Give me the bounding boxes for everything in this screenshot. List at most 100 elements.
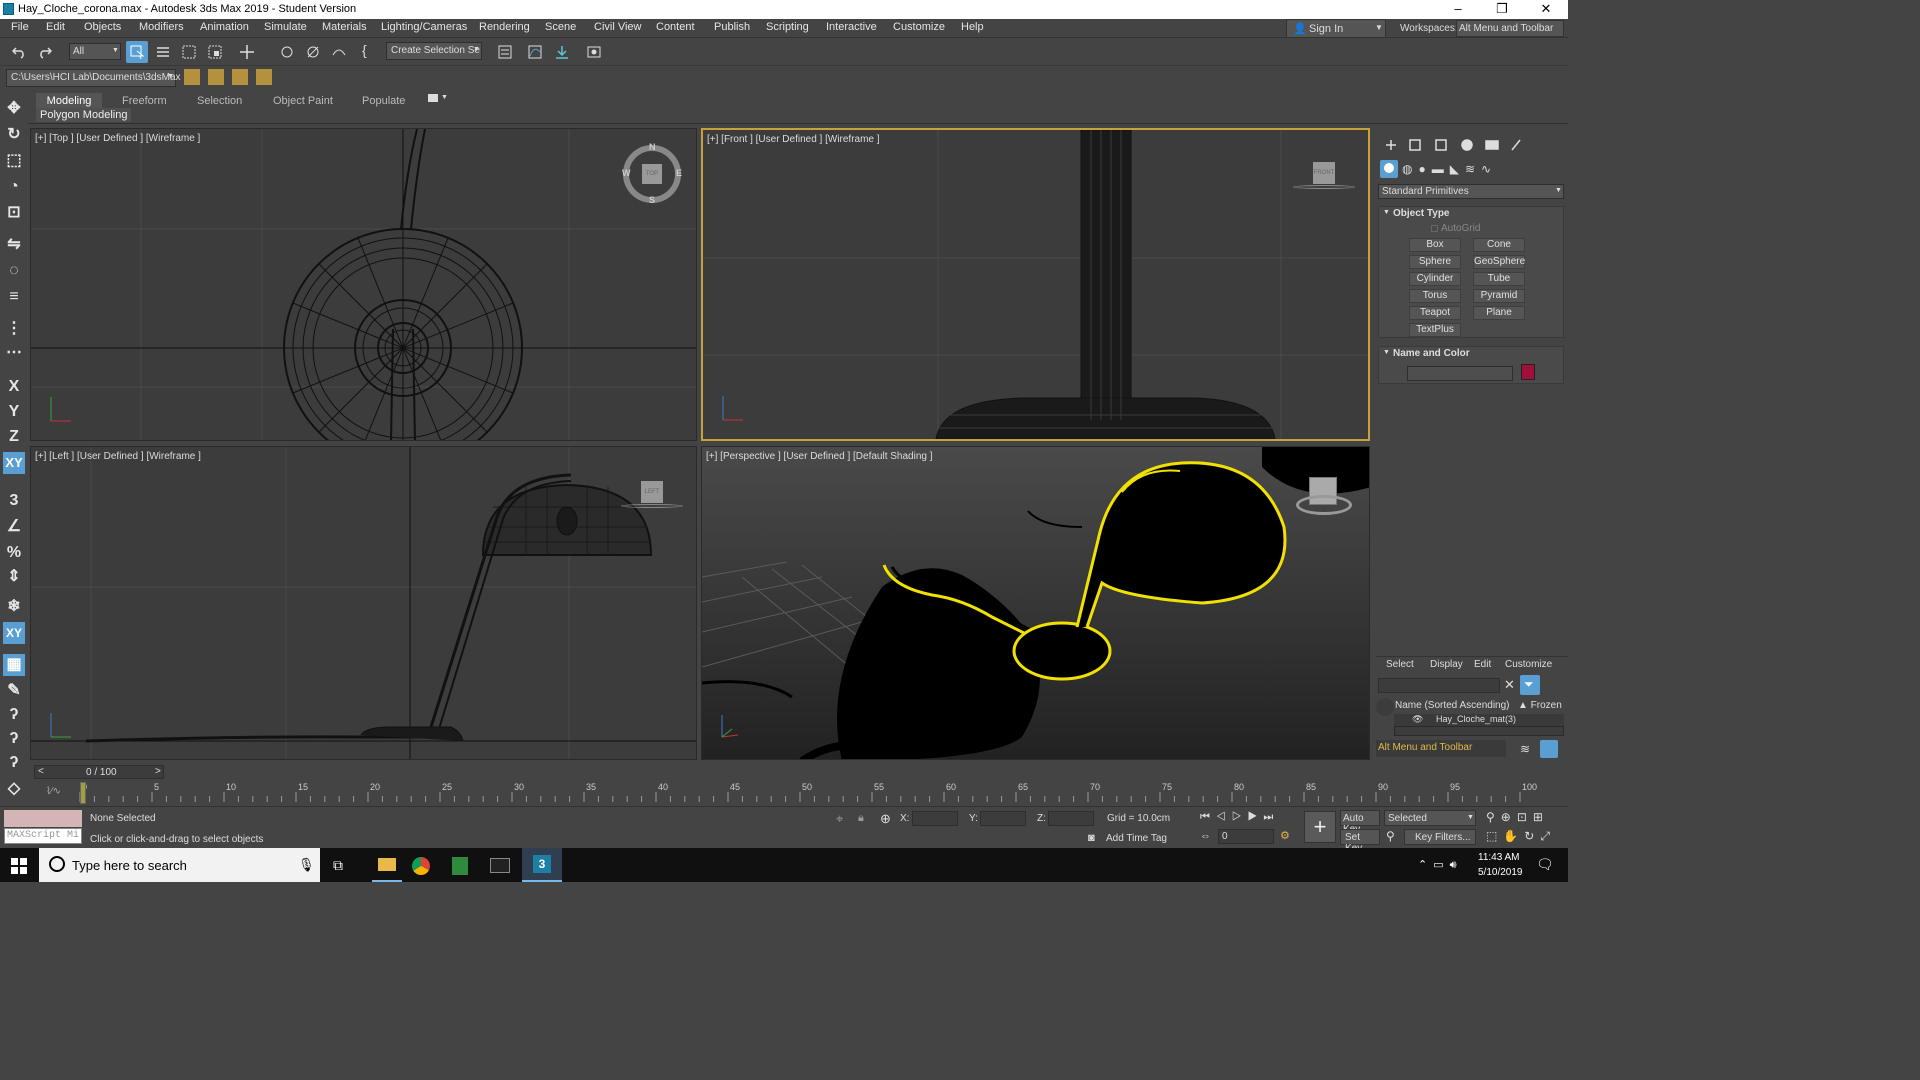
link-button[interactable] [276,41,298,63]
isolate-selection-icon[interactable]: ⌖ [836,811,843,827]
viewcube-top-face[interactable]: TOP [642,164,662,184]
scene-list-row[interactable]: 👁 Hay_Cloche_mat(3) [1394,714,1564,726]
viewport-top[interactable]: [+] [Top ] [User Defined ] [Wireframe ] … [30,128,697,441]
absolute-mode-icon[interactable]: ⊕ [880,811,891,827]
layer-explorer-button[interactable] [494,41,516,63]
time-tag-icon[interactable]: ◙ [1088,832,1095,844]
column-name-header[interactable]: Name (Sorted Ascending) [1395,700,1510,711]
key-filter-icon[interactable]: ⚲ [1386,829,1395,843]
project-path-dropdown[interactable]: C:\Users\HCI Lab\Documents\3dsMax ▼ [6,69,181,87]
add-time-tag-button[interactable]: Add Time Tag [1106,833,1167,844]
move-button[interactable] [236,41,258,63]
menu-content[interactable]: Content [656,21,695,33]
workspace-dropdown[interactable]: Alt Menu and Toolbar [1456,20,1564,37]
timeline-ruler[interactable]: 0510152025303540455055606570758085909510… [74,780,1574,804]
rotate-tool-icon[interactable]: ↻ [3,124,25,146]
menu-materials[interactable]: Materials [322,21,367,33]
scene-tab-display[interactable]: Display [1430,659,1463,670]
hook-icon-2[interactable]: ʔ [3,728,25,750]
time-config-icon[interactable]: ⇔ [1200,830,1211,842]
align-icon[interactable]: ◌ [3,260,25,282]
y-coordinate-field[interactable] [980,811,1026,826]
viewport-perspective[interactable]: [+] [Perspective ] [User Defined ] [Defa… [701,446,1370,760]
curve-editor-toggle-icon[interactable]: ⌇∕∿ [46,786,61,797]
snap-toggle-icon[interactable]: ❄ [3,596,25,618]
cone-button[interactable]: Cone [1473,238,1525,252]
plane-button[interactable]: Plane [1473,306,1525,320]
menu-file[interactable]: File [11,21,29,33]
menu-civil-view[interactable]: Civil View [594,21,641,33]
undo-button[interactable] [8,41,30,63]
clock-date[interactable]: 5/10/2019 [1478,867,1523,878]
new-project-icon[interactable] [208,69,224,85]
redo-button[interactable] [34,41,56,63]
tab-freeform[interactable]: Freeform [116,93,173,109]
menu-lighting-cameras[interactable]: Lighting/Cameras [381,21,467,33]
viewcube-left[interactable]: LEFT [641,481,663,503]
menu-publish[interactable]: Publish [714,21,750,33]
paint-select-icon[interactable]: ✎ [3,680,25,702]
sphere-button[interactable]: Sphere [1409,255,1461,269]
selection-filter-dropdown[interactable]: All ▼ [69,43,121,60]
set-project-icon[interactable] [256,69,272,85]
name-color-title[interactable]: Name and Color [1393,348,1470,359]
taskbar-search-box[interactable]: Type here to search 🎙︎ [39,848,320,882]
auto-key-button[interactable]: Auto Key [1340,810,1380,835]
selection-lasso-icon[interactable]: ◇ [3,778,25,800]
angle-snap-icon[interactable]: ∠ [3,516,25,538]
hook-icon-1[interactable]: ʔ [3,704,25,726]
viewport-top-label[interactable]: [+] [Top ] [User Defined ] [Wireframe ] [35,133,200,144]
sort-by-hierarchy-button[interactable] [1540,740,1558,758]
constraint-xy-icon[interactable]: XY [3,622,25,644]
sign-in-button[interactable]: 👤 Sign In ▼ [1286,19,1386,38]
set-key-big-button[interactable]: + [1304,811,1336,843]
playback-controls[interactable]: ⏮◁▷▶⏭ [1200,811,1279,824]
slider-prev-icon[interactable]: < [38,766,44,777]
viewport-left-label[interactable]: [+] [Left ] [User Defined ] [Wireframe ] [35,451,201,462]
ribbon-options-icon[interactable] [428,94,438,102]
current-frame-field[interactable] [1218,829,1274,844]
viewport-left[interactable]: [+] [Left ] [User Defined ] [Wireframe ]… [30,446,697,760]
tube-button[interactable]: Tube [1473,272,1525,286]
z-coordinate-field[interactable] [1048,811,1094,826]
box-button[interactable]: Box [1409,238,1461,252]
rollout-collapse-icon[interactable]: ▼ [1383,349,1390,356]
render-setup-button[interactable] [583,41,605,63]
system-tray-icons[interactable]: ⌃▭🔊︎ [1418,858,1463,872]
time-slider-marker[interactable] [80,782,86,804]
key-mode-dropdown[interactable]: Selected ▼ [1384,810,1476,826]
project-folder-icon[interactable] [184,69,200,85]
object-type-title[interactable]: Object Type [1393,208,1450,219]
menu-scene[interactable]: Scene [545,21,576,33]
teapot-button[interactable]: Teapot [1409,306,1461,320]
set-key-button[interactable]: Set Key [1340,829,1380,854]
move-tool-icon[interactable]: ✥ [3,98,25,120]
torus-button[interactable]: Torus [1409,289,1461,303]
maxscript-listener[interactable] [4,810,82,827]
axis-y-button[interactable]: Y [3,401,25,423]
selection-lock-icon[interactable]: 🔒︎ [858,812,864,825]
spreadsheet-app-icon[interactable] [452,857,468,875]
spinner-snap-icon[interactable]: ⇕ [3,566,25,588]
slider-next-icon[interactable]: > [155,766,161,777]
menu-modifiers[interactable]: Modifiers [139,21,184,33]
primitive-category-dropdown[interactable]: Standard Primitives ▼ [1378,184,1564,199]
viewcube-front[interactable]: FRONT [1313,162,1335,184]
hook-icon-3[interactable]: ʔ [3,752,25,774]
menu-animation[interactable]: Animation [200,21,249,33]
tab-populate[interactable]: Populate [356,93,411,109]
eye-icon[interactable]: 👁 [1412,714,1423,725]
minimize-button[interactable]: – [1436,0,1480,19]
menu-scripting[interactable]: Scripting [766,21,809,33]
terminal-icon[interactable] [490,858,510,873]
notifications-icon[interactable]: 🗨︎ [1536,856,1554,873]
horizontal-scrollbar[interactable] [1394,726,1564,736]
scene-tab-edit[interactable]: Edit [1474,659,1491,670]
windows-start-icon[interactable] [11,858,27,874]
geosphere-button[interactable]: GeoSphere [1473,255,1525,269]
menu-customize[interactable]: Customize [893,21,945,33]
window-crossing-button[interactable] [204,41,226,63]
pyramid-button[interactable]: Pyramid [1473,289,1525,303]
workspace-scene-dropdown[interactable]: Alt Menu and Toolbar [1376,740,1506,757]
tab-object-paint[interactable]: Object Paint [267,93,339,109]
